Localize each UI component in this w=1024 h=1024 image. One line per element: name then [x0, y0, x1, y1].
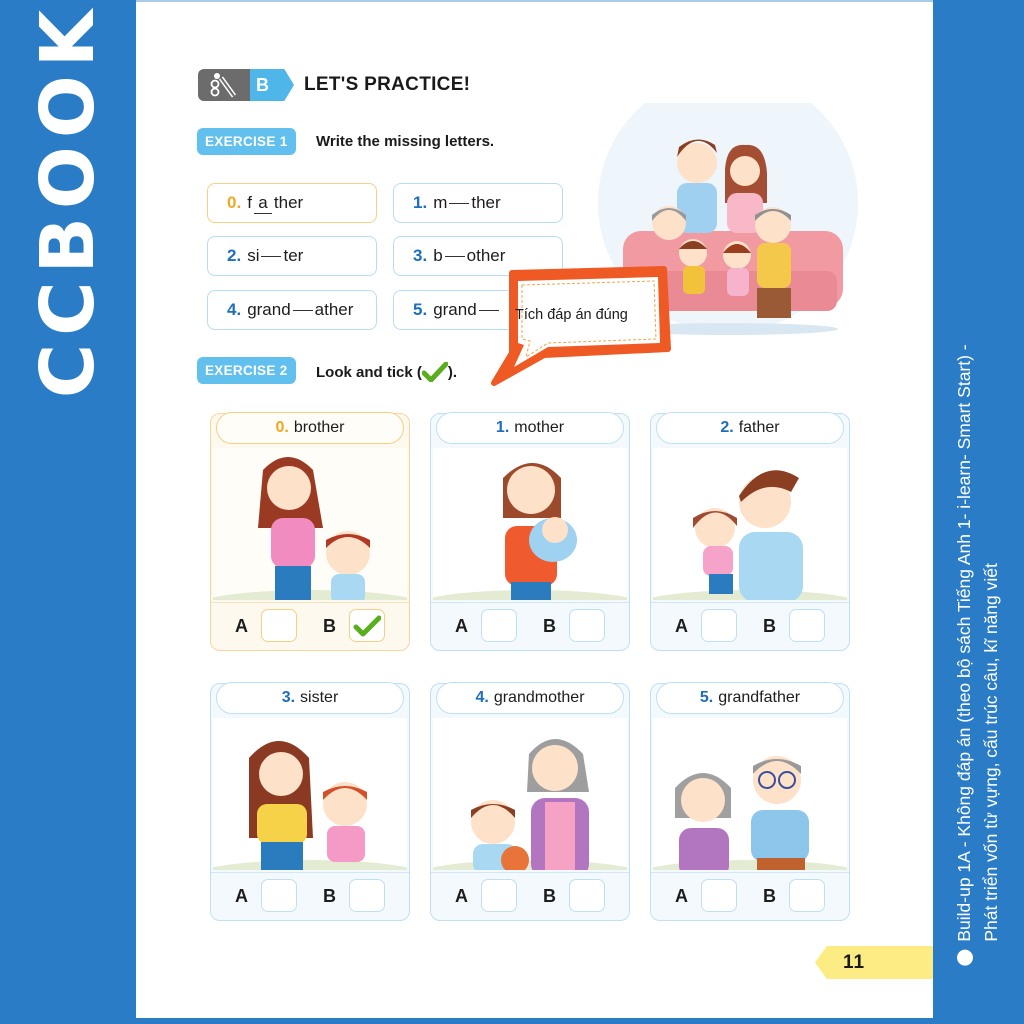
word-item-2: 2. si ter	[207, 236, 377, 276]
father-and-daughter-illustration	[653, 448, 847, 600]
word-item-1: 1. m ther	[393, 183, 563, 223]
checkbox-b[interactable]	[349, 609, 385, 642]
card-label: 0. brother	[216, 412, 404, 444]
left-brand-band: CCBOOK	[0, 0, 136, 1024]
checkbox-b[interactable]	[569, 879, 605, 912]
caption-line-1: Build-up 1A - Không đáp án (theo bộ sách…	[954, 344, 974, 942]
checkmark-icon	[353, 615, 381, 636]
answer-options: A B	[431, 872, 629, 918]
card-label: 4. grandmother	[436, 682, 624, 714]
picture-card-4: 4. grandmother A B	[430, 682, 630, 921]
sister-and-brother-illustration	[213, 448, 407, 600]
checkbox-a[interactable]	[261, 609, 297, 642]
bubble-text: Tích đáp án đúng	[515, 307, 628, 323]
checkbox-b[interactable]	[789, 609, 825, 642]
card-label: 1. mother	[436, 412, 624, 444]
mother-and-baby-illustration	[433, 448, 627, 600]
section-title: LET'S PRACTICE!	[304, 74, 471, 95]
answer-options: A B	[651, 602, 849, 648]
checkbox-a[interactable]	[481, 609, 517, 642]
answer-options: A B	[651, 872, 849, 918]
word-item-0: 0. f a ther	[207, 183, 377, 223]
picture-card-3: 3. sister A B	[210, 682, 410, 921]
card-label: 5. grandfather	[656, 682, 844, 714]
checkbox-b[interactable]	[789, 879, 825, 912]
picture-card-1: 1. mother A B	[430, 412, 630, 651]
card-label: 3. sister	[216, 682, 404, 714]
pencil-icon	[198, 69, 254, 101]
grandmother-and-grandson-illustration	[433, 718, 627, 870]
page-number: 11	[815, 946, 933, 979]
checkmark-icon	[421, 362, 448, 382]
book-caption: Build-up 1A - Không đáp án (theo bộ sách…	[951, 344, 1005, 966]
sister-and-brother-illustration	[213, 718, 407, 870]
speech-bubble	[491, 266, 671, 386]
exercise-1-instruction: Write the missing letters.	[316, 133, 495, 150]
card-label: 2. father	[656, 412, 844, 444]
checkbox-b[interactable]	[349, 879, 385, 912]
ccbook-logo: CCBOOK	[25, 1, 111, 399]
answer-blank[interactable]	[444, 255, 465, 257]
caption-line-2: Phát triển vốn từ vựng, cấu trúc câu, kĩ…	[981, 563, 1001, 942]
answer-blank[interactable]	[449, 202, 470, 204]
exercise-2-instruction: Look and tick ( ).	[316, 362, 458, 382]
grandfather-and-grandmother-illustration	[653, 718, 847, 870]
answer-blank[interactable]	[261, 255, 282, 257]
answer-blank: a	[253, 193, 272, 214]
answer-blank[interactable]	[292, 309, 313, 311]
exercise-1-tag: EXERCISE 1	[197, 128, 296, 155]
checkbox-b[interactable]	[569, 609, 605, 642]
checkbox-a[interactable]	[261, 879, 297, 912]
exercise-2-tag: EXERCISE 2	[197, 357, 296, 384]
checkbox-a[interactable]	[701, 609, 737, 642]
checkbox-a[interactable]	[481, 879, 517, 912]
section-header: B LET'S PRACTICE!	[198, 68, 470, 102]
bullet-dot-icon	[957, 949, 974, 966]
picture-card-0: 0. brother A B	[210, 412, 410, 651]
answer-options: A B	[211, 602, 409, 648]
section-badge: B	[250, 69, 294, 101]
picture-card-5: 5. grandfather A B	[650, 682, 850, 921]
word-item-4: 4. grand ather	[207, 290, 377, 330]
answer-options: A B	[211, 872, 409, 918]
answer-options: A B	[431, 602, 629, 648]
picture-card-2: 2. father A B	[650, 412, 850, 651]
checkbox-a[interactable]	[701, 879, 737, 912]
